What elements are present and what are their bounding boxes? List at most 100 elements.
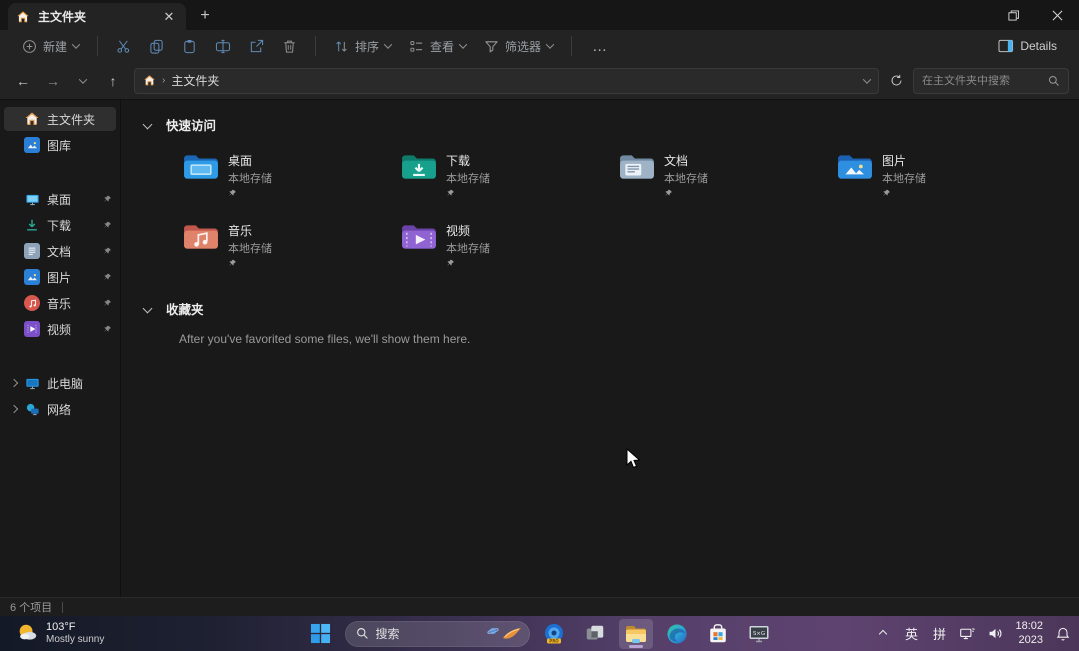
filter-icon xyxy=(484,39,499,54)
chevron-down-icon[interactable] xyxy=(143,119,153,129)
sidebar-item-downloads[interactable]: 下载 xyxy=(4,213,116,237)
up-button[interactable]: ↑ xyxy=(100,68,126,94)
taskbar-app-file-explorer[interactable] xyxy=(619,619,653,649)
cut-button[interactable] xyxy=(108,35,139,58)
sidebar-item-videos[interactable]: 视频 xyxy=(4,317,116,341)
sidebar-item-label: 图库 xyxy=(47,137,112,154)
filter-button[interactable]: 筛选器 xyxy=(476,34,561,59)
folder-tile-downloads[interactable]: 下载 本地存储 xyxy=(397,148,615,202)
notification-center-button[interactable] xyxy=(1051,620,1075,648)
copy-button[interactable] xyxy=(141,35,172,58)
hidden-icons-button[interactable] xyxy=(871,620,895,648)
sidebar-item-label: 音乐 xyxy=(47,295,96,312)
sidebar-item-network[interactable]: 网络 xyxy=(4,397,116,421)
refresh-button[interactable] xyxy=(883,68,909,94)
new-tab-button[interactable]: + xyxy=(192,4,218,28)
videos-folder-icon xyxy=(401,222,437,252)
command-bar: 新建 排序 查看 xyxy=(0,30,1079,62)
edge-icon xyxy=(665,622,689,646)
bell-icon xyxy=(1055,626,1071,642)
remote-app-text: S×G xyxy=(752,630,764,636)
search-input[interactable] xyxy=(922,75,1042,87)
ime-language-pinyin[interactable]: 拼 xyxy=(927,620,951,648)
pin-icon xyxy=(228,189,237,198)
desktop-icon xyxy=(24,191,40,207)
folder-name: 桌面 xyxy=(228,152,272,169)
cut-icon xyxy=(116,39,131,54)
recent-locations-button[interactable] xyxy=(70,68,96,94)
sidebar-item-desktop[interactable]: 桌面 xyxy=(4,187,116,211)
pin-icon xyxy=(103,325,112,334)
sort-button[interactable]: 排序 xyxy=(326,34,399,59)
sidebar-item-documents[interactable]: 文档 xyxy=(4,239,116,263)
search-box[interactable] xyxy=(913,68,1069,94)
address-dropdown-icon[interactable] xyxy=(863,75,871,83)
folder-name: 音乐 xyxy=(228,222,272,239)
tab-home-folder[interactable]: 主文件夹 ✕ xyxy=(8,3,186,30)
gallery-icon xyxy=(24,137,40,153)
downloads-icon xyxy=(24,217,40,233)
microsoft-store-icon xyxy=(707,623,729,645)
sidebar-item-home[interactable]: 主文件夹 xyxy=(4,107,116,131)
navigation-bar: ← → ↑ › 主文件夹 xyxy=(0,62,1079,100)
folder-subtitle: 本地存储 xyxy=(446,240,490,256)
sidebar-item-label: 下载 xyxy=(47,217,96,234)
taskbar-app-browser-pro[interactable]: PRO xyxy=(537,619,571,649)
close-window-button[interactable] xyxy=(1035,0,1079,30)
rename-button[interactable] xyxy=(207,35,239,58)
new-button[interactable]: 新建 xyxy=(14,34,87,59)
chevron-down-icon xyxy=(384,40,392,48)
folder-tile-desktop[interactable]: 桌面 本地存储 xyxy=(179,148,397,202)
pin-icon xyxy=(103,195,112,204)
sidebar-item-this-pc[interactable]: 此电脑 xyxy=(4,371,116,395)
taskbar-app-snipping[interactable] xyxy=(578,619,612,649)
folder-name: 图片 xyxy=(882,152,926,169)
sidebar-item-music[interactable]: 音乐 xyxy=(4,291,116,315)
tab-close-icon[interactable]: ✕ xyxy=(160,8,178,26)
weather-widget[interactable]: 103°F Mostly sunny xyxy=(8,619,112,647)
details-pane-button[interactable]: Details xyxy=(990,35,1065,57)
navigation-pane: 主文件夹 图库 桌面 下载 xyxy=(0,100,121,597)
plus-circle-icon xyxy=(22,39,37,54)
paste-button[interactable] xyxy=(174,35,205,58)
view-button[interactable]: 查看 xyxy=(401,34,474,59)
taskbar-app-remote-desktop[interactable]: S×G xyxy=(742,619,776,649)
folder-subtitle: 本地存储 xyxy=(882,170,926,186)
folder-tile-videos[interactable]: 视频 本地存储 xyxy=(397,218,615,272)
taskbar-search-box[interactable]: 搜索 xyxy=(345,621,530,647)
title-bar: 主文件夹 ✕ + xyxy=(0,0,1079,30)
network-tray-button[interactable] xyxy=(955,620,979,648)
section-title: 收藏夹 xyxy=(166,299,204,318)
folder-subtitle: 本地存储 xyxy=(446,170,490,186)
breadcrumb[interactable]: 主文件夹 xyxy=(171,72,219,89)
taskbar-app-edge[interactable] xyxy=(660,619,694,649)
mouse-cursor xyxy=(626,448,643,470)
folder-tile-pictures[interactable]: 图片 本地存储 xyxy=(833,148,1051,202)
quick-access-section-header[interactable]: 快速访问 xyxy=(141,114,1079,134)
share-button[interactable] xyxy=(241,35,272,58)
chevron-right-icon[interactable] xyxy=(10,405,18,413)
window-controls xyxy=(991,0,1079,30)
clock[interactable]: 18:02 2023 xyxy=(1011,620,1047,646)
chevron-down-icon[interactable] xyxy=(143,303,153,313)
delete-button[interactable] xyxy=(274,35,305,58)
folder-tile-music[interactable]: 音乐 本地存储 xyxy=(179,218,397,272)
chevron-right-icon[interactable] xyxy=(10,379,18,387)
sidebar-item-pictures[interactable]: 图片 xyxy=(4,265,116,289)
taskbar-app-microsoft-store[interactable] xyxy=(701,619,735,649)
forward-button[interactable]: → xyxy=(40,68,66,94)
see-more-button[interactable]: … xyxy=(582,36,619,57)
taskbar-center: 搜索 PRO S×G xyxy=(304,619,776,649)
address-bar[interactable]: › 主文件夹 xyxy=(134,68,879,94)
chevron-up-icon xyxy=(879,629,887,637)
sidebar-item-gallery[interactable]: 图库 xyxy=(4,133,116,157)
favorites-section-header[interactable]: 收藏夹 xyxy=(141,298,1079,318)
start-button[interactable] xyxy=(304,619,338,649)
ime-language-english[interactable]: 英 xyxy=(899,620,923,648)
network-icon xyxy=(24,401,40,417)
folder-tile-documents[interactable]: 文档 本地存储 xyxy=(615,148,833,202)
chevron-down-icon xyxy=(546,40,554,48)
volume-tray-button[interactable] xyxy=(983,620,1007,648)
back-button[interactable]: ← xyxy=(10,68,36,94)
restore-window-button[interactable] xyxy=(991,0,1035,30)
